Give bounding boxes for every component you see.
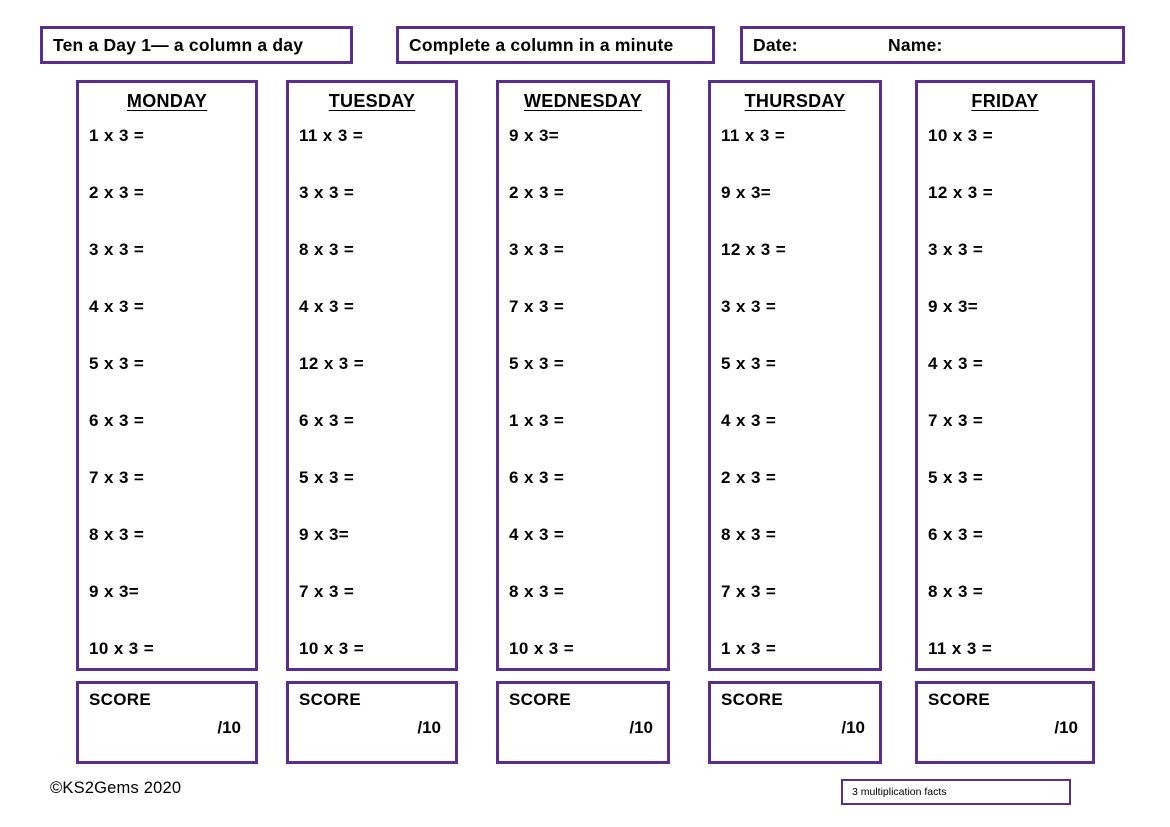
- date-name-box: Date: Name:: [740, 26, 1125, 64]
- worksheet-page: Ten a Day 1— a column a day Complete a c…: [0, 0, 1170, 827]
- day-heading-wednesday: WEDNESDAY: [523, 91, 643, 111]
- question-item: 6 x 3 =: [299, 411, 355, 430]
- question-item: 12 x 3 =: [721, 240, 787, 259]
- question-item: 2 x 3 =: [89, 183, 145, 202]
- question-list-wednesday: 9 x 3= 2 x 3 = 3 x 3 = 7 x 3 = 5 x 3 = 1…: [499, 112, 667, 691]
- question-item: 9 x 3=: [721, 183, 772, 202]
- score-out-of: /10: [629, 718, 653, 737]
- question-item: 4 x 3 =: [509, 525, 565, 544]
- name-label: Name:: [888, 34, 943, 55]
- score-label: SCORE: [928, 690, 990, 709]
- question-item: 8 x 3 =: [928, 582, 984, 601]
- question-item: 5 x 3 =: [89, 354, 145, 373]
- question-item: 9 x 3=: [89, 582, 140, 601]
- score-box-monday[interactable]: SCORE /10: [76, 681, 258, 764]
- date-name-fields: Date: Name:: [753, 35, 1122, 56]
- score-box-thursday[interactable]: SCORE /10: [708, 681, 882, 764]
- question-item: 4 x 3 =: [928, 354, 984, 373]
- question-item: 6 x 3 =: [509, 468, 565, 487]
- question-item: 7 x 3 =: [299, 582, 355, 601]
- score-box-friday[interactable]: SCORE /10: [915, 681, 1095, 764]
- question-item: 4 x 3 =: [721, 411, 777, 430]
- question-item: 8 x 3 =: [509, 582, 565, 601]
- copyright-notice: ©KS2Gems 2020: [50, 779, 182, 797]
- day-heading-thursday: THURSDAY: [744, 91, 846, 111]
- question-item: 4 x 3 =: [299, 297, 355, 316]
- day-column-monday: MONDAY 1 x 3 = 2 x 3 = 3 x 3 = 4 x 3 = 5…: [76, 80, 258, 671]
- question-item: 10 x 3 =: [928, 126, 994, 145]
- question-item: 9 x 3=: [509, 126, 560, 145]
- question-list-tuesday: 11 x 3 = 3 x 3 = 8 x 3 = 4 x 3 = 12 x 3 …: [289, 112, 455, 691]
- question-item: 2 x 3 =: [509, 183, 565, 202]
- worksheet-title-box: Ten a Day 1— a column a day: [40, 26, 353, 64]
- score-box-tuesday[interactable]: SCORE /10: [286, 681, 458, 764]
- day-heading-tuesday: TUESDAY: [328, 91, 416, 111]
- question-item: 5 x 3 =: [928, 468, 984, 487]
- question-item: 4 x 3 =: [89, 297, 145, 316]
- question-item: 3 x 3 =: [299, 183, 355, 202]
- question-item: 2 x 3 =: [721, 468, 777, 487]
- date-label: Date:: [753, 34, 798, 55]
- day-column-tuesday: TUESDAY 11 x 3 = 3 x 3 = 8 x 3 = 4 x 3 =…: [286, 80, 458, 671]
- question-item: 1 x 3 =: [509, 411, 565, 430]
- question-item: 7 x 3 =: [509, 297, 565, 316]
- question-item: 5 x 3 =: [299, 468, 355, 487]
- question-item: 8 x 3 =: [299, 240, 355, 259]
- question-item: 1 x 3 =: [89, 126, 145, 145]
- score-label: SCORE: [89, 690, 151, 709]
- score-label: SCORE: [721, 690, 783, 709]
- question-item: 8 x 3 =: [721, 525, 777, 544]
- score-label: SCORE: [299, 690, 361, 709]
- question-item: 3 x 3 =: [928, 240, 984, 259]
- score-out-of: /10: [217, 718, 241, 737]
- question-item: 6 x 3 =: [89, 411, 145, 430]
- question-item: 3 x 3 =: [509, 240, 565, 259]
- question-item: 6 x 3 =: [928, 525, 984, 544]
- question-item: 11 x 3 =: [721, 126, 786, 145]
- score-out-of: /10: [417, 718, 441, 737]
- question-item: 12 x 3 =: [928, 183, 994, 202]
- question-list-friday: 10 x 3 = 12 x 3 = 3 x 3 = 9 x 3= 4 x 3 =…: [918, 112, 1092, 691]
- question-item: 9 x 3=: [928, 297, 979, 316]
- worksheet-title: Ten a Day 1— a column a day: [53, 34, 304, 55]
- question-item: 9 x 3=: [299, 525, 350, 544]
- question-item: 5 x 3 =: [509, 354, 565, 373]
- facts-tag-box: 3 multiplication facts: [841, 779, 1071, 805]
- question-list-monday: 1 x 3 = 2 x 3 = 3 x 3 = 4 x 3 = 5 x 3 = …: [79, 112, 255, 691]
- instruction-text: Complete a column in a minute: [409, 34, 674, 55]
- facts-tag-text: 3 multiplication facts: [852, 786, 947, 798]
- day-column-thursday: THURSDAY 11 x 3 = 9 x 3= 12 x 3 = 3 x 3 …: [708, 80, 882, 671]
- question-item: 3 x 3 =: [721, 297, 777, 316]
- question-item: 7 x 3 =: [89, 468, 145, 487]
- question-item: 11 x 3 =: [299, 126, 364, 145]
- question-item: 8 x 3 =: [89, 525, 145, 544]
- question-item: 7 x 3 =: [928, 411, 984, 430]
- question-item: 5 x 3 =: [721, 354, 777, 373]
- question-item: 7 x 3 =: [721, 582, 777, 601]
- day-heading-friday: FRIDAY: [971, 91, 1039, 111]
- instruction-box: Complete a column in a minute: [396, 26, 715, 64]
- score-box-wednesday[interactable]: SCORE /10: [496, 681, 670, 764]
- day-column-wednesday: WEDNESDAY 9 x 3= 2 x 3 = 3 x 3 = 7 x 3 =…: [496, 80, 670, 671]
- score-out-of: /10: [1054, 718, 1078, 737]
- day-column-friday: FRIDAY 10 x 3 = 12 x 3 = 3 x 3 = 9 x 3= …: [915, 80, 1095, 671]
- day-heading-monday: MONDAY: [126, 91, 208, 111]
- question-list-thursday: 11 x 3 = 9 x 3= 12 x 3 = 3 x 3 = 5 x 3 =…: [711, 112, 879, 691]
- question-item: 12 x 3 =: [299, 354, 365, 373]
- score-out-of: /10: [841, 718, 865, 737]
- question-item: 3 x 3 =: [89, 240, 145, 259]
- score-label: SCORE: [509, 690, 571, 709]
